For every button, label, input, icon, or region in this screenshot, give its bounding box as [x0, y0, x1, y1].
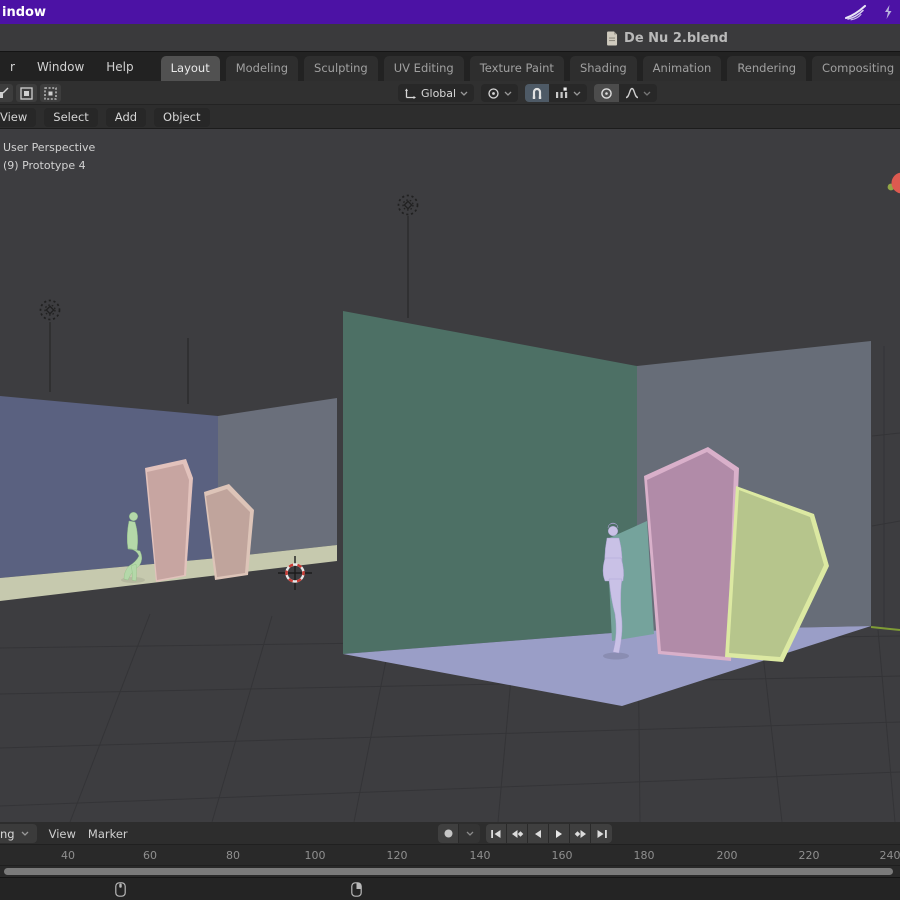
viewport-menu-add[interactable]: Add — [106, 108, 146, 127]
frame-tick: 60 — [143, 849, 157, 862]
menu-help[interactable]: Help — [97, 57, 142, 77]
os-menubar: indow — [0, 0, 900, 24]
collection-object-name: (9) Prototype 4 — [3, 157, 95, 175]
jump-to-previous-keyframe-button[interactable] — [507, 824, 528, 843]
middle-mouse-icon — [115, 882, 126, 897]
frame-tick: 120 — [387, 849, 408, 862]
viewport-menu-view[interactable]: View — [0, 108, 36, 127]
figure-shadow — [603, 653, 629, 660]
tab-layout[interactable]: Layout — [161, 56, 220, 81]
jump-to-previous-keyframe-icon — [511, 828, 524, 840]
statusbar — [0, 877, 900, 900]
3d-viewport[interactable]: User Perspective (9) Prototype 4 — [0, 129, 900, 822]
blender-topbar: r Window Help Layout Modeling Sculpting … — [0, 52, 900, 81]
tab-sculpting[interactable]: Sculpting — [304, 56, 378, 81]
jump-to-end-button[interactable] — [591, 824, 612, 843]
frame-tick: 140 — [470, 849, 491, 862]
timeline-scrollbar-thumb[interactable] — [4, 868, 893, 875]
menu-render-truncated[interactable]: r — [1, 57, 24, 77]
frame-tick: 80 — [226, 849, 240, 862]
tab-uv-editing[interactable]: UV Editing — [384, 56, 464, 81]
tab-shading[interactable]: Shading — [570, 56, 637, 81]
tab-compositing[interactable]: Compositing — [812, 56, 900, 81]
jump-to-start-icon — [490, 828, 502, 840]
proportional-falloff-dropdown[interactable] — [619, 84, 657, 102]
box-select-extend-icon[interactable] — [40, 84, 61, 102]
chevron-down-icon — [21, 831, 29, 836]
play-button[interactable] — [549, 824, 570, 843]
viewport-canvas[interactable] — [0, 129, 900, 822]
pivot-point-dropdown[interactable] — [481, 84, 518, 102]
timeline-menu-view[interactable]: View — [49, 827, 76, 841]
blend-file-icon — [606, 31, 618, 46]
frame-tick: 160 — [552, 849, 573, 862]
swoosh-icon[interactable] — [844, 4, 868, 21]
frame-tick: 180 — [634, 849, 655, 862]
blender-window: indow De Nu 2.blend r W — [0, 0, 900, 900]
chevron-down-icon — [573, 91, 581, 96]
snap-increment-icon — [555, 87, 569, 99]
view-name: User Perspective — [3, 139, 95, 157]
frame-tick: 100 — [305, 849, 326, 862]
viewport-header: View Select Add Object — [0, 105, 900, 129]
menu-window[interactable]: Window — [28, 57, 93, 77]
snap-magnet-icon — [531, 87, 543, 100]
timeline-ruler[interactable]: 40 60 80 100 120 140 160 180 200 220 240 — [0, 845, 900, 866]
axis-gizmo-partial[interactable] — [888, 173, 900, 194]
timeline-menu-marker[interactable]: Marker — [88, 827, 128, 841]
orientation-label: Global — [421, 87, 456, 100]
chevron-down-icon — [504, 91, 512, 96]
tab-animation[interactable]: Animation — [643, 56, 722, 81]
titlebar: De Nu 2.blend — [0, 24, 900, 52]
chevron-down-icon — [460, 91, 468, 96]
tweak-select-icon[interactable] — [0, 84, 13, 102]
timeline-scrollbar — [0, 866, 900, 877]
orientation-axes-icon — [404, 87, 417, 99]
viewport-overlay-text: User Perspective (9) Prototype 4 — [3, 139, 95, 175]
pivot-point-icon — [487, 87, 500, 100]
snap-target-dropdown[interactable] — [549, 84, 587, 102]
transform-orientation-dropdown[interactable]: Global — [398, 84, 474, 102]
play-reverse-icon — [532, 828, 544, 840]
filename: De Nu 2.blend — [624, 31, 728, 46]
frame-tick: 220 — [799, 849, 820, 862]
tool-settings-header: Global — [0, 81, 900, 105]
record-circle-icon — [443, 828, 454, 839]
teal-wall[interactable] — [343, 311, 637, 654]
bolt-icon[interactable] — [882, 4, 894, 20]
play-reverse-button[interactable] — [528, 824, 549, 843]
tab-rendering[interactable]: Rendering — [727, 56, 806, 81]
chevron-down-icon — [643, 91, 651, 96]
point-light-2[interactable] — [41, 301, 60, 320]
workspace-tabs: Layout Modeling Sculpting UV Editing Tex… — [161, 52, 900, 81]
jump-to-next-keyframe-icon — [574, 828, 587, 840]
jump-to-end-icon — [596, 828, 608, 840]
viewport-menu-select[interactable]: Select — [44, 108, 97, 127]
right-mouse-icon — [351, 882, 362, 897]
snap-magnet-toggle[interactable] — [525, 84, 549, 102]
proportional-editing-toggle[interactable] — [594, 84, 619, 102]
frame-tick: 240 — [880, 849, 900, 862]
auto-keying-button[interactable] — [438, 824, 459, 843]
auto-keying-dropdown[interactable] — [459, 824, 480, 843]
pink-panel[interactable] — [644, 447, 739, 661]
jump-to-start-button[interactable] — [486, 824, 507, 843]
viewport-menu-object[interactable]: Object — [154, 108, 209, 127]
menubar-window-menu[interactable]: indow — [2, 5, 46, 20]
play-icon — [553, 828, 565, 840]
chevron-down-icon — [466, 831, 474, 836]
frame-tick: 200 — [717, 849, 738, 862]
box-select-icon[interactable] — [16, 84, 37, 102]
frame-tick: 40 — [61, 849, 75, 862]
tab-texture-paint[interactable]: Texture Paint — [470, 56, 564, 81]
point-light-1[interactable] — [399, 196, 418, 215]
tab-modeling[interactable]: Modeling — [226, 56, 298, 81]
keying-dropdown[interactable]: ying — [0, 824, 37, 843]
proportional-editing-icon — [600, 87, 613, 100]
timeline-header: ying View Marker — [0, 822, 900, 845]
y-axis-line — [871, 627, 900, 630]
falloff-curve-icon — [625, 87, 639, 99]
jump-to-next-keyframe-button[interactable] — [570, 824, 591, 843]
